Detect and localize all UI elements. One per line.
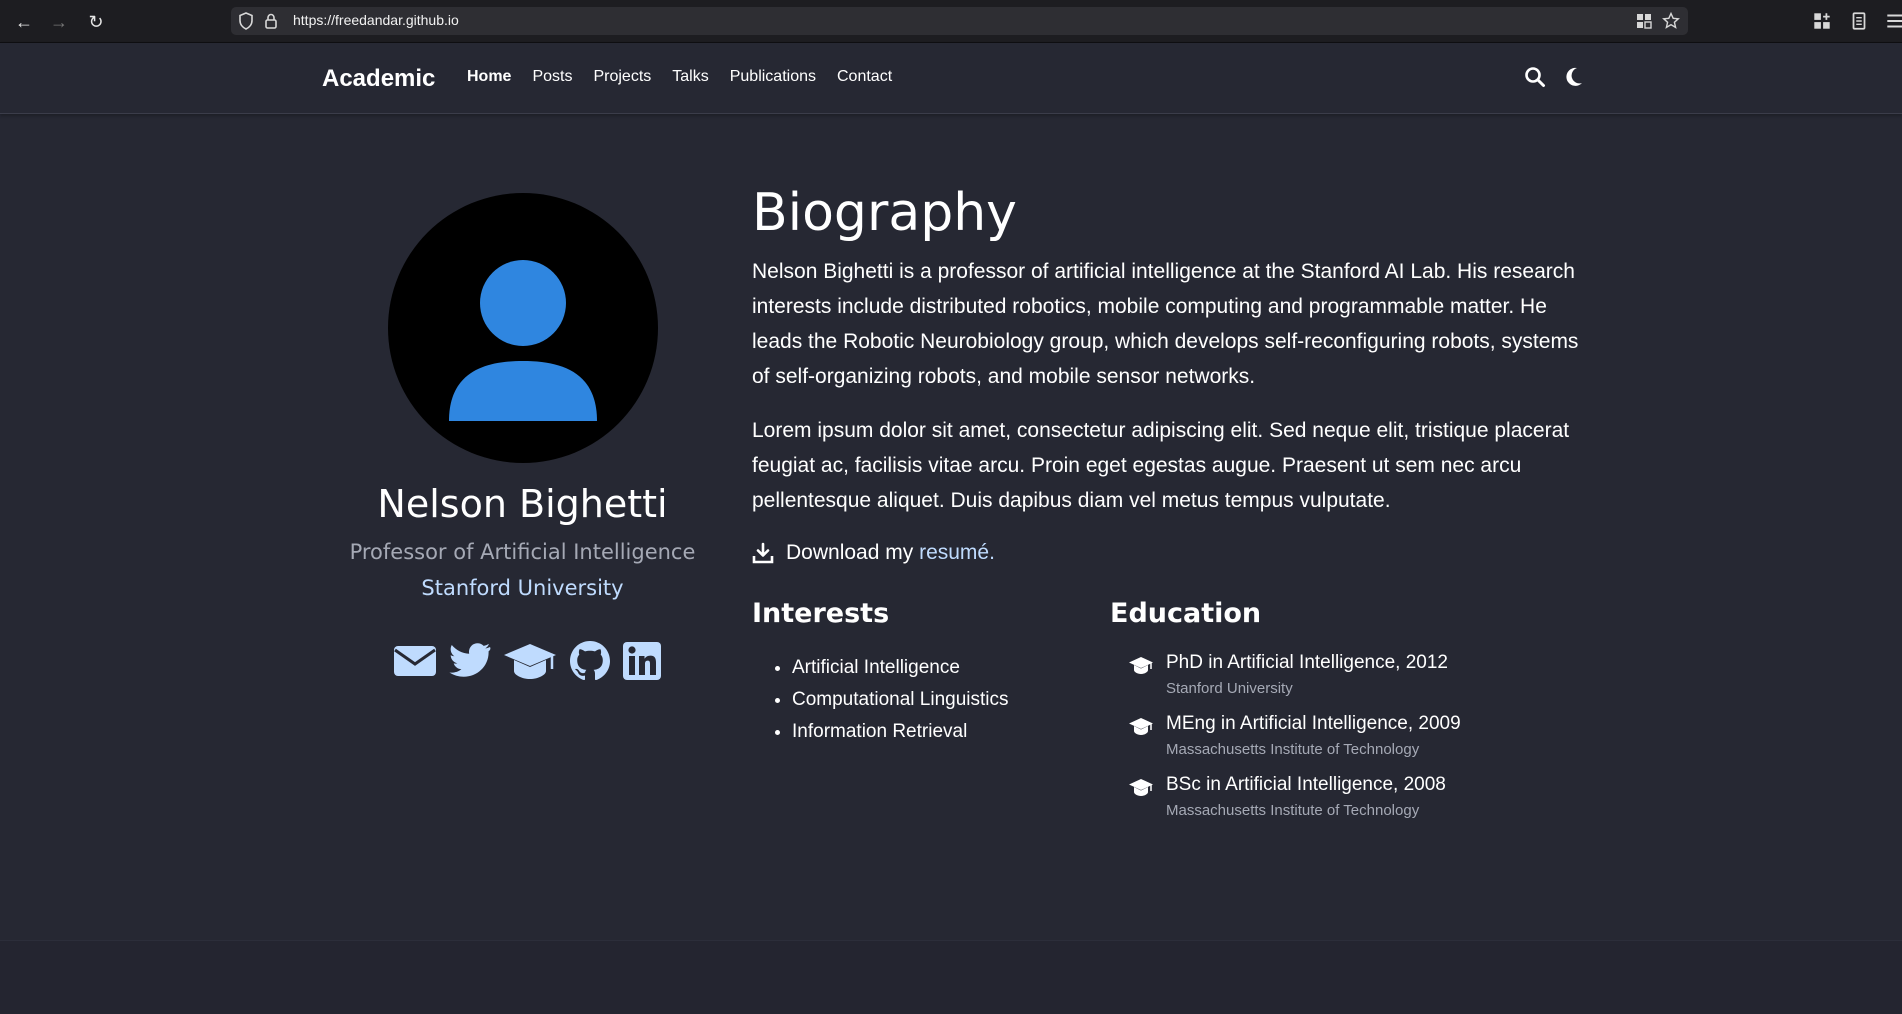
- container-tabs-icon[interactable]: [1811, 10, 1833, 32]
- education-course: MEng in Artificial Intelligence, 2009: [1166, 713, 1461, 734]
- user-avatar-icon: [449, 260, 597, 421]
- shield-icon: [239, 12, 253, 30]
- nav-link-home[interactable]: Home: [467, 68, 511, 86]
- twitter-icon[interactable]: [449, 643, 491, 679]
- list-item: Artificial Intelligence: [792, 652, 1009, 684]
- footer-band: [0, 940, 1902, 1014]
- profile-role: Professor of Artificial Intelligence: [349, 540, 696, 564]
- site-navbar: Academic Home Posts Projects Talks Publi…: [0, 43, 1902, 114]
- reader-view-icon[interactable]: [1848, 10, 1870, 32]
- bookmark-star-icon[interactable]: [1661, 11, 1681, 31]
- social-links: [393, 640, 661, 682]
- extensions-grid-icon[interactable]: [1634, 11, 1654, 31]
- education-course: BSc in Artificial Intelligence, 2008: [1166, 774, 1446, 795]
- graduation-cap-icon[interactable]: [503, 642, 557, 680]
- education-institution: Massachusetts Institute of Technology: [1166, 741, 1420, 758]
- interests-list: Artificial Intelligence Computational Li…: [768, 652, 1009, 748]
- lock-icon: [265, 13, 277, 29]
- download-prefix: Download my: [786, 541, 914, 564]
- resume-link[interactable]: resumé: [919, 541, 989, 565]
- download-icon: [752, 542, 774, 564]
- back-icon[interactable]: ←: [12, 10, 36, 34]
- biography-title: Biography: [752, 183, 1017, 243]
- download-resume: Download my resumé.: [752, 541, 995, 565]
- url-text: https://freedandar.github.io: [293, 12, 459, 28]
- reload-icon[interactable]: ↻: [84, 10, 108, 34]
- nav-link-projects[interactable]: Projects: [593, 68, 651, 86]
- forward-icon[interactable]: →: [47, 10, 71, 34]
- linkedin-icon[interactable]: [623, 641, 661, 681]
- github-icon[interactable]: [569, 640, 611, 682]
- address-bar[interactable]: https://freedandar.github.io: [231, 7, 1688, 35]
- list-item: Information Retrieval: [792, 716, 1009, 748]
- search-icon[interactable]: [1523, 65, 1547, 89]
- education-title: Education: [1110, 598, 1262, 629]
- moon-icon[interactable]: [1562, 65, 1586, 89]
- browser-toolbar: ← → ↻ https://freedandar.github.io: [0, 0, 1902, 43]
- nav-link-talks[interactable]: Talks: [672, 68, 708, 86]
- profile-organization[interactable]: Stanford University: [300, 576, 745, 600]
- nav-link-publications[interactable]: Publications: [730, 68, 816, 86]
- education-institution: Stanford University: [1166, 680, 1293, 697]
- download-suffix: .: [989, 541, 995, 564]
- graduation-cap-icon: [1129, 779, 1153, 796]
- education-institution: Massachusetts Institute of Technology: [1166, 802, 1420, 819]
- graduation-cap-icon: [1129, 657, 1153, 674]
- site-brand[interactable]: Academic: [322, 65, 435, 93]
- list-item: Computational Linguistics: [792, 684, 1009, 716]
- menu-icon[interactable]: [1884, 10, 1902, 32]
- graduation-cap-icon: [1129, 718, 1153, 735]
- interests-title: Interests: [752, 598, 890, 629]
- biography-paragraph-2: Lorem ipsum dolor sit amet, consectetur …: [752, 419, 1570, 512]
- email-icon[interactable]: [393, 644, 437, 678]
- education-course: PhD in Artificial Intelligence, 2012: [1166, 652, 1448, 673]
- nav-link-contact[interactable]: Contact: [837, 68, 892, 86]
- nav-links: Home Posts Projects Talks Publications C…: [467, 68, 913, 86]
- nav-link-posts[interactable]: Posts: [532, 68, 572, 86]
- avatar: [388, 193, 658, 463]
- profile-name: Nelson Bighetti: [377, 482, 668, 526]
- biography-paragraph-1: Nelson Bighetti is a professor of artifi…: [752, 260, 1579, 388]
